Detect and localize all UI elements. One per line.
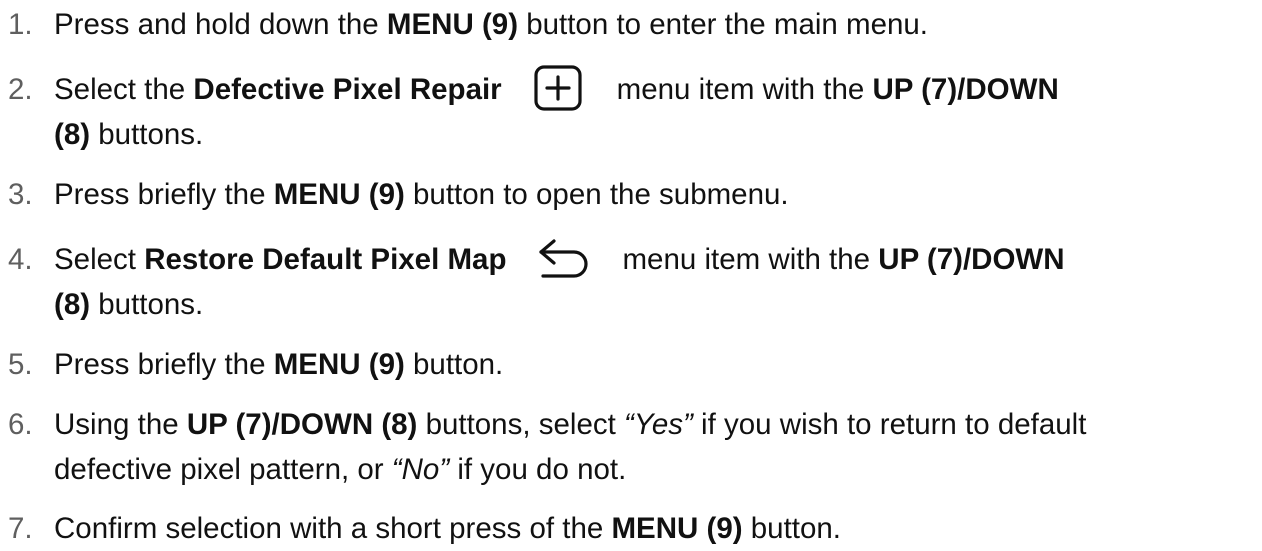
step-text: Select Restore Default Pixel Map menu ite… — [54, 237, 1259, 327]
step-number: 7. — [8, 512, 33, 545]
yes-option-ref: “Yes” — [624, 408, 693, 441]
step-text: Press and hold down the MENU (9) button … — [54, 8, 929, 41]
step-number: 1. — [8, 8, 33, 41]
step-text: Confirm selection with a short press of … — [54, 512, 841, 545]
step-text: Using the UP (7)/DOWN (8) buttons, selec… — [54, 408, 1087, 486]
menu-button-ref: MENU (9) — [273, 348, 405, 381]
step-text: Press briefly the MENU (9) button to ope… — [54, 178, 789, 211]
restore-default-pixel-map-ref: Restore Default Pixel Map — [144, 243, 507, 276]
undo-arrow-icon — [536, 237, 592, 279]
menu-button-ref: MENU (9) — [273, 178, 405, 211]
up-down-buttons-ref: UP (7)/DOWN (8) — [186, 408, 418, 441]
step-text: Press briefly the MENU (9) button. — [54, 348, 504, 381]
step-number: 3. — [8, 178, 33, 211]
step-number: 4. — [8, 243, 33, 276]
no-option-ref: “No” — [391, 453, 450, 486]
step-number: 2. — [8, 73, 33, 106]
step-number: 6. — [8, 408, 33, 441]
up-down-buttons-ref: UP (7)/DOWN — [872, 73, 1059, 106]
step-number: 5. — [8, 348, 33, 381]
menu-button-ref: MENU (9) — [611, 512, 743, 545]
up-down-buttons-ref: UP (7)/DOWN — [878, 243, 1065, 276]
menu-button-ref: MENU (9) — [386, 8, 519, 41]
defective-pixel-repair-ref: Defective Pixel Repair — [193, 73, 502, 106]
step-text: Select the Defective Pixel Repair menu it… — [54, 65, 1259, 157]
plus-square-icon — [534, 65, 582, 111]
